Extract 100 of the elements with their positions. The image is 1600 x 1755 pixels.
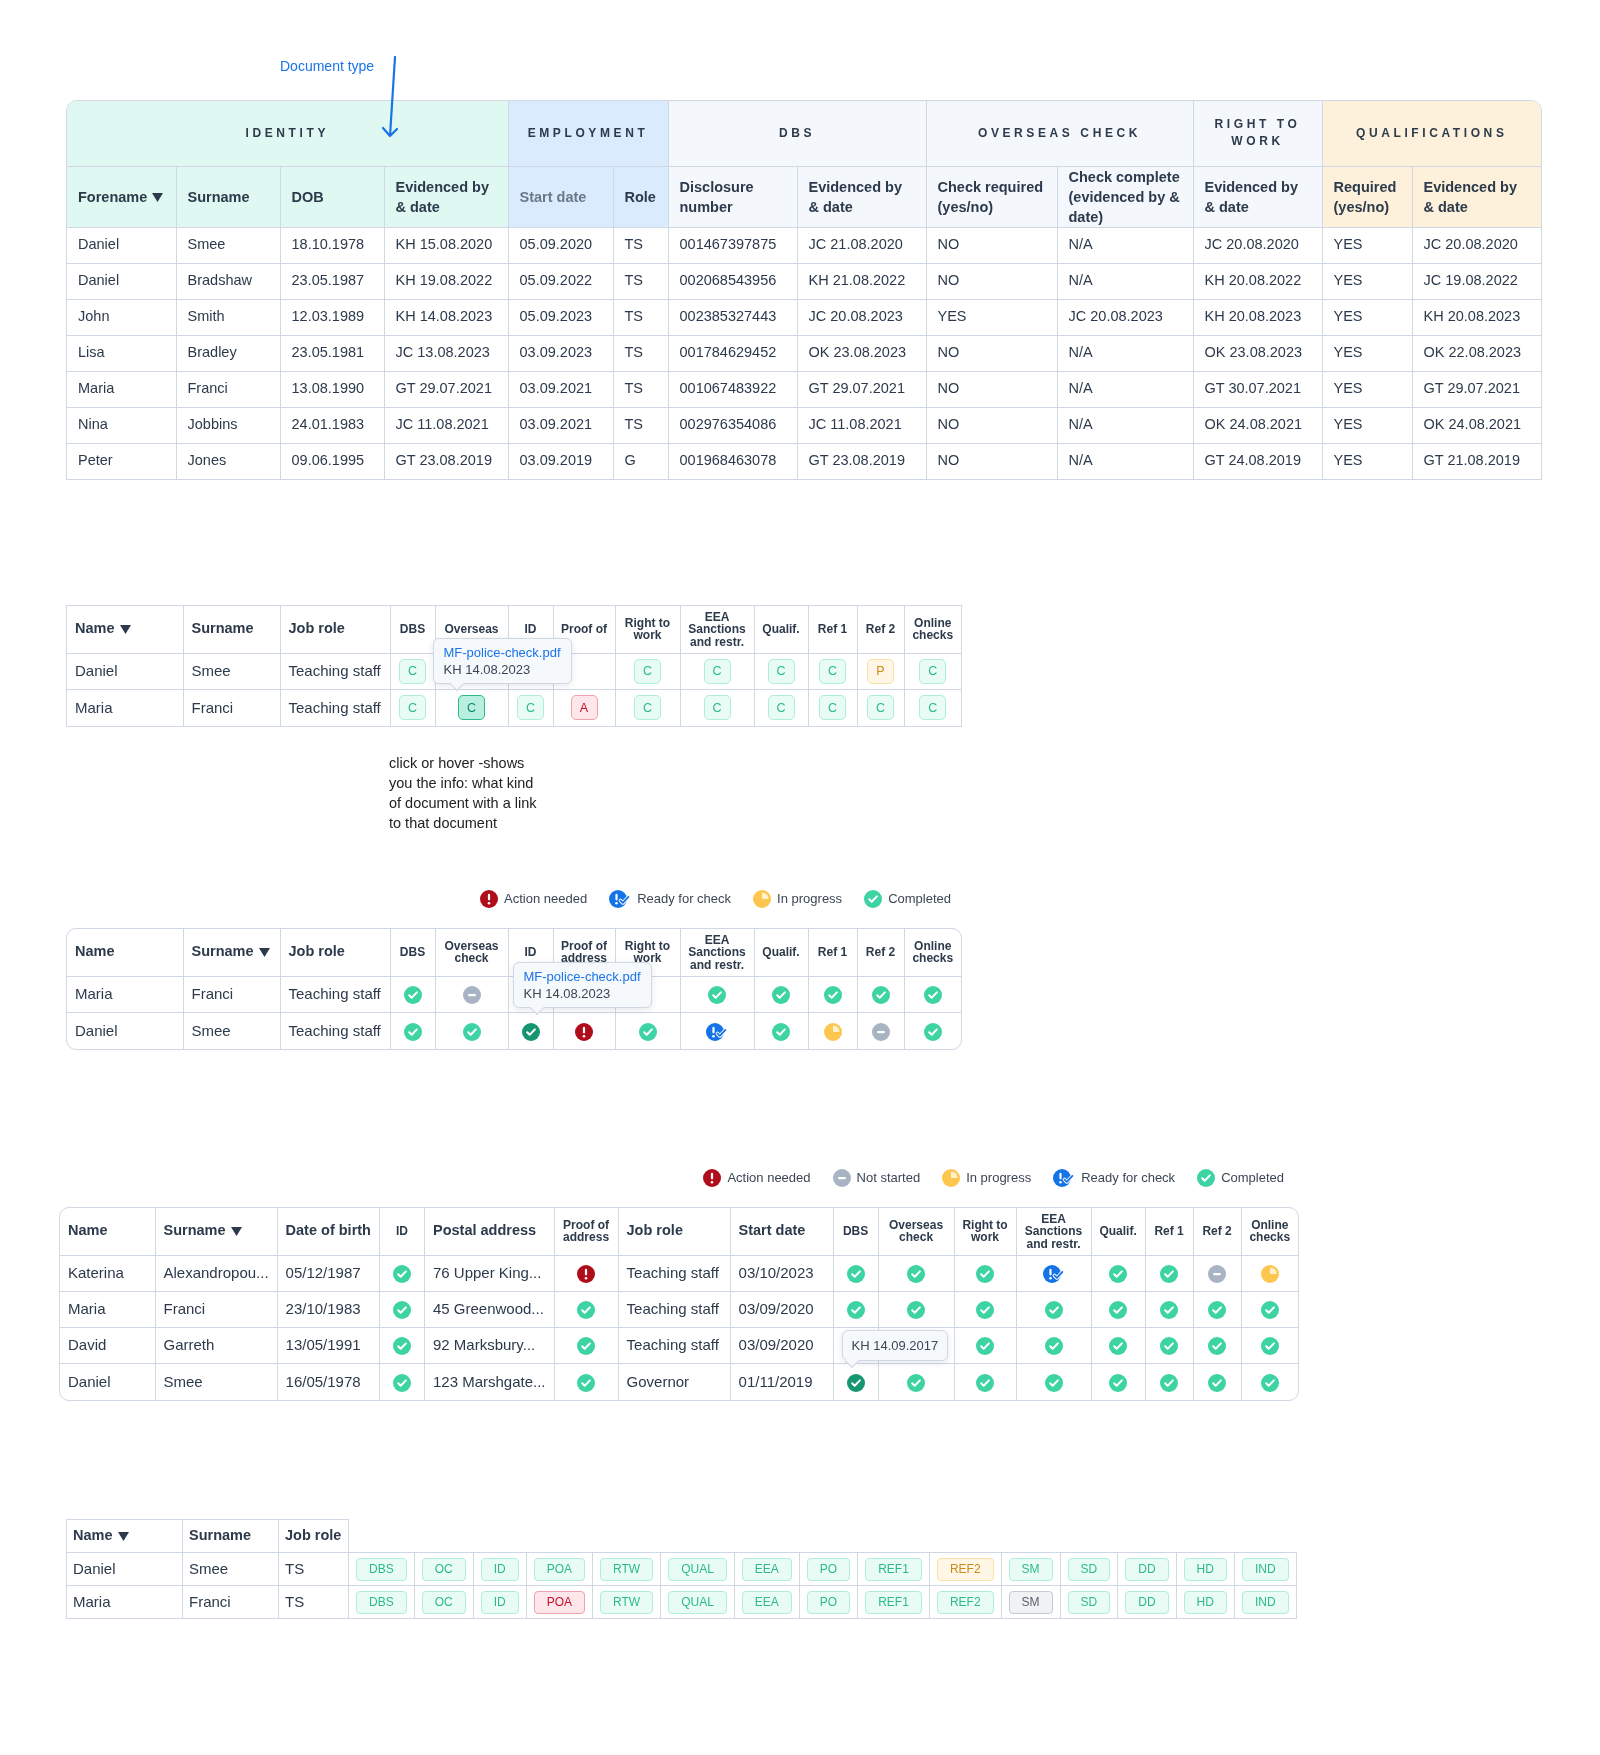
status-tag[interactable]: SM bbox=[1008, 1557, 1053, 1581]
status-tag[interactable]: POA bbox=[533, 1590, 586, 1614]
document-link[interactable]: MF-police-check.pdf bbox=[523, 968, 641, 985]
check-circle-icon[interactable] bbox=[1044, 1337, 1063, 1356]
status-badge[interactable]: P bbox=[867, 659, 894, 684]
status-tag[interactable]: DD bbox=[1125, 1590, 1169, 1614]
check-circle-icon[interactable] bbox=[772, 986, 790, 1005]
check-circle-icon[interactable] bbox=[1160, 1301, 1179, 1320]
minus-circle-icon[interactable] bbox=[1208, 1265, 1227, 1284]
sort-icon[interactable] bbox=[117, 1531, 129, 1541]
check-circle-icon[interactable] bbox=[846, 1301, 865, 1320]
check-circle-icon[interactable] bbox=[577, 1337, 596, 1356]
status-tag[interactable]: POA bbox=[533, 1557, 586, 1581]
status-tag[interactable]: EEA bbox=[741, 1557, 792, 1581]
check-circle-icon[interactable] bbox=[976, 1373, 995, 1392]
status-tag[interactable]: IND bbox=[1241, 1557, 1289, 1581]
document-link[interactable]: MF-police-check.pdf bbox=[443, 644, 561, 661]
sort-icon[interactable] bbox=[230, 1227, 242, 1237]
status-badge[interactable]: C bbox=[919, 695, 947, 721]
check-circle-icon[interactable] bbox=[846, 1265, 865, 1284]
status-tag[interactable]: HD bbox=[1183, 1557, 1227, 1581]
check-circle-icon[interactable] bbox=[976, 1265, 995, 1284]
check-circle-icon[interactable] bbox=[1260, 1301, 1279, 1320]
check-circle-icon[interactable] bbox=[1260, 1373, 1279, 1392]
check-circle-icon[interactable] bbox=[638, 1022, 657, 1041]
status-tag[interactable]: ID bbox=[480, 1557, 519, 1581]
check-circle-icon[interactable] bbox=[392, 1373, 411, 1392]
check-circle-icon[interactable] bbox=[1208, 1301, 1227, 1320]
sort-icon[interactable] bbox=[258, 948, 270, 958]
status-tag[interactable]: SM bbox=[1008, 1590, 1053, 1614]
status-tag[interactable]: SD bbox=[1067, 1590, 1111, 1614]
check-circle-icon[interactable] bbox=[577, 1373, 596, 1392]
check-circle-icon[interactable] bbox=[577, 1301, 596, 1320]
exclamation-check-icon[interactable] bbox=[706, 1022, 728, 1041]
check-circle-icon[interactable] bbox=[462, 1022, 481, 1041]
status-badge[interactable]: A bbox=[570, 695, 598, 721]
check-circle-icon[interactable] bbox=[521, 1022, 540, 1041]
check-circle-icon[interactable] bbox=[403, 986, 422, 1005]
status-tag[interactable]: DBS bbox=[356, 1590, 407, 1614]
status-tag[interactable]: ID bbox=[480, 1590, 519, 1614]
exclamation-check-icon[interactable] bbox=[1042, 1265, 1065, 1284]
check-circle-icon[interactable] bbox=[907, 1373, 926, 1392]
status-badge[interactable]: C bbox=[867, 695, 894, 721]
check-circle-icon[interactable] bbox=[1160, 1337, 1179, 1356]
check-circle-icon[interactable] bbox=[708, 986, 726, 1005]
status-tag[interactable]: DD bbox=[1125, 1557, 1169, 1581]
status-tag[interactable]: SD bbox=[1067, 1557, 1111, 1581]
check-circle-icon[interactable] bbox=[1160, 1373, 1179, 1392]
status-tag[interactable]: RTW bbox=[600, 1557, 654, 1581]
status-tag[interactable]: EEA bbox=[741, 1590, 792, 1614]
check-circle-icon[interactable] bbox=[976, 1301, 995, 1320]
status-tag[interactable]: OC bbox=[421, 1590, 466, 1614]
status-tag[interactable]: HD bbox=[1183, 1590, 1227, 1614]
status-tag[interactable]: QUAL bbox=[668, 1590, 727, 1614]
check-circle-icon[interactable] bbox=[1109, 1301, 1128, 1320]
pie-chart-icon[interactable] bbox=[823, 1022, 842, 1041]
check-circle-icon[interactable] bbox=[1109, 1373, 1128, 1392]
exclamation-circle-icon[interactable] bbox=[575, 1022, 593, 1041]
status-tag[interactable]: REF2 bbox=[936, 1557, 994, 1581]
minus-circle-icon[interactable] bbox=[871, 1022, 890, 1041]
status-tag[interactable]: REF1 bbox=[865, 1557, 922, 1581]
check-circle-icon[interactable] bbox=[1109, 1265, 1128, 1284]
status-tag[interactable]: REF2 bbox=[936, 1590, 994, 1614]
status-badge[interactable]: C bbox=[517, 695, 544, 721]
status-tag[interactable]: PO bbox=[806, 1590, 851, 1614]
check-circle-icon[interactable] bbox=[907, 1301, 926, 1320]
check-circle-icon[interactable] bbox=[923, 1022, 942, 1041]
check-circle-icon[interactable] bbox=[1260, 1337, 1279, 1356]
status-badge[interactable]: C bbox=[703, 695, 731, 721]
exclamation-circle-icon[interactable] bbox=[577, 1265, 596, 1284]
status-badge[interactable]: C bbox=[703, 659, 731, 684]
check-circle-icon[interactable] bbox=[392, 1265, 411, 1284]
status-badge[interactable]: C bbox=[767, 695, 795, 721]
status-badge[interactable]: C bbox=[767, 659, 795, 684]
status-tag[interactable]: QUAL bbox=[668, 1557, 727, 1581]
status-badge[interactable]: C bbox=[819, 695, 846, 721]
status-tag[interactable]: OC bbox=[421, 1557, 466, 1581]
check-circle-icon[interactable] bbox=[1208, 1373, 1227, 1392]
minus-circle-icon[interactable] bbox=[462, 986, 481, 1005]
status-badge[interactable]: C bbox=[634, 659, 661, 684]
check-circle-icon[interactable] bbox=[1160, 1265, 1179, 1284]
check-circle-icon[interactable] bbox=[976, 1337, 995, 1356]
check-circle-icon[interactable] bbox=[846, 1373, 865, 1392]
status-badge[interactable]: C bbox=[919, 659, 947, 684]
pie-chart-icon[interactable] bbox=[1260, 1265, 1279, 1284]
sort-icon[interactable] bbox=[119, 625, 131, 635]
check-circle-icon[interactable] bbox=[1044, 1301, 1063, 1320]
status-badge[interactable]: C bbox=[458, 695, 485, 721]
status-tag[interactable]: IND bbox=[1241, 1590, 1289, 1614]
status-badge[interactable]: C bbox=[399, 659, 426, 684]
check-circle-icon[interactable] bbox=[1109, 1337, 1128, 1356]
check-circle-icon[interactable] bbox=[392, 1301, 411, 1320]
check-circle-icon[interactable] bbox=[871, 986, 890, 1005]
check-circle-icon[interactable] bbox=[772, 1022, 790, 1041]
check-circle-icon[interactable] bbox=[392, 1337, 411, 1356]
status-badge[interactable]: C bbox=[634, 695, 661, 721]
status-tag[interactable]: REF1 bbox=[865, 1590, 922, 1614]
status-badge[interactable]: C bbox=[399, 695, 426, 721]
check-circle-icon[interactable] bbox=[923, 986, 942, 1005]
check-circle-icon[interactable] bbox=[907, 1265, 926, 1284]
